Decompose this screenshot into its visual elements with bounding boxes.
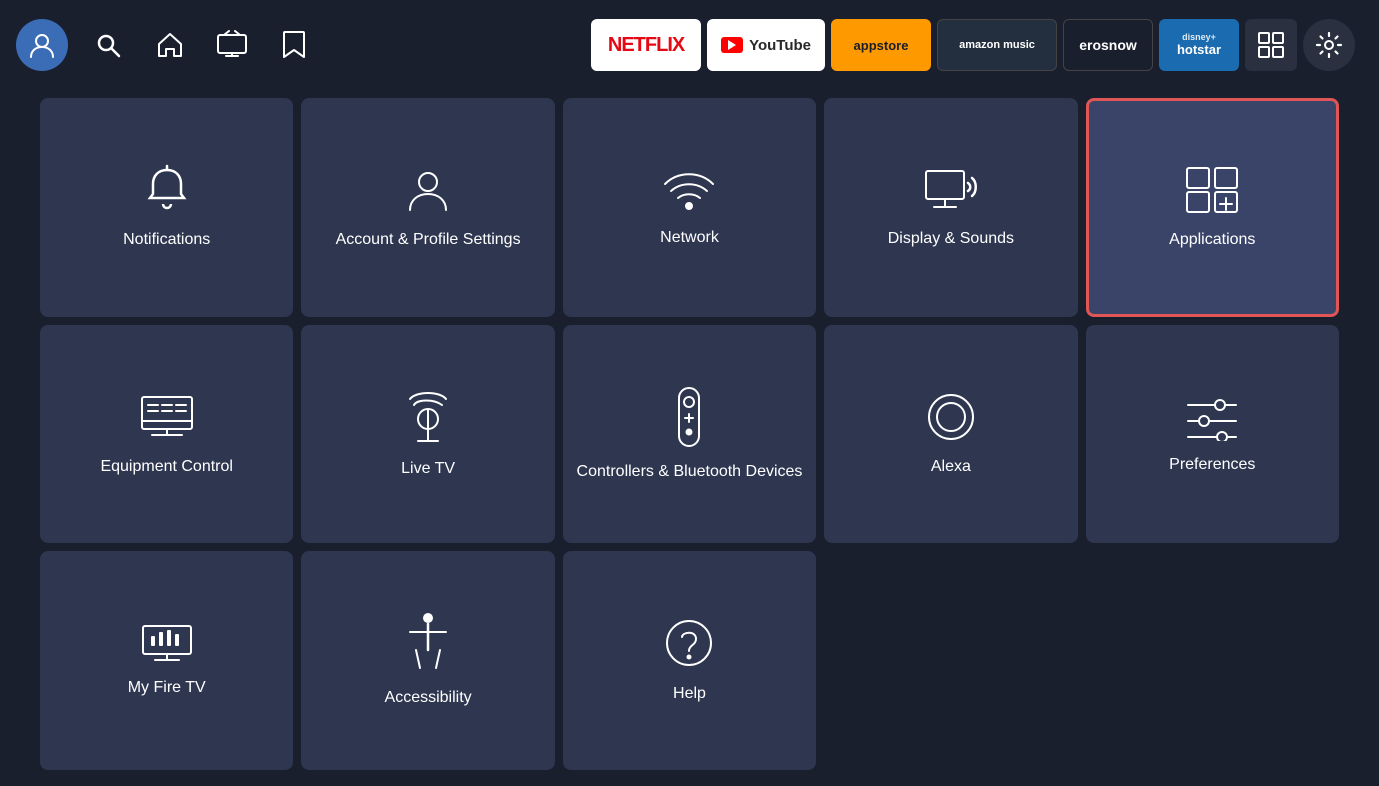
- home-icon[interactable]: [148, 23, 192, 67]
- tile-equipment-control[interactable]: Equipment Control: [40, 325, 293, 544]
- settings-button[interactable]: [1303, 19, 1355, 71]
- display-sounds-label: Display & Sounds: [888, 229, 1014, 250]
- accessibility-label: Accessibility: [385, 688, 472, 709]
- preferences-label: Preferences: [1169, 455, 1255, 476]
- wifi-icon: [661, 166, 717, 214]
- notifications-label: Notifications: [123, 230, 210, 251]
- app-shortcuts: NETFLIX YouTube appstore amazon music er…: [591, 19, 1355, 71]
- my-fire-tv-label: My Fire TV: [128, 678, 206, 699]
- grid-plus-button[interactable]: [1245, 19, 1297, 71]
- amazon-music-button[interactable]: amazon music: [937, 19, 1057, 71]
- alexa-label: Alexa: [931, 457, 971, 478]
- erosnow-button[interactable]: erosnow: [1063, 19, 1153, 71]
- netflix-label: NETFLIX: [608, 34, 684, 57]
- tile-controllers-bluetooth[interactable]: Controllers & Bluetooth Devices: [563, 325, 816, 544]
- help-icon: [662, 616, 716, 670]
- tile-alexa[interactable]: Alexa: [824, 325, 1077, 544]
- hotstar-button[interactable]: disney+ hotstar: [1159, 19, 1239, 71]
- remote-icon: [671, 386, 707, 448]
- avatar-icon[interactable]: [16, 19, 68, 71]
- tile-display-sounds[interactable]: Display & Sounds: [824, 98, 1077, 317]
- tv-icon[interactable]: [210, 23, 254, 67]
- controllers-bluetooth-label: Controllers & Bluetooth Devices: [577, 462, 803, 483]
- fire-tv-icon: [139, 622, 195, 664]
- network-label: Network: [660, 228, 719, 249]
- tile-help[interactable]: Help: [563, 551, 816, 770]
- person-icon: [402, 164, 454, 216]
- settings-grid: Notifications Account & Profile Settings…: [0, 90, 1379, 786]
- antenna-icon: [402, 389, 454, 445]
- erosnow-label: erosnow: [1079, 37, 1137, 53]
- apps-icon: [1183, 164, 1241, 216]
- bookmark-icon[interactable]: [272, 23, 316, 67]
- youtube-button[interactable]: YouTube: [707, 19, 825, 71]
- nav-icons: [16, 19, 316, 71]
- monitor-icon: [138, 391, 196, 443]
- appstore-button[interactable]: appstore: [831, 19, 931, 71]
- alexa-icon: [925, 391, 977, 443]
- youtube-label: YouTube: [749, 37, 811, 54]
- hotstar-logo: disney+ hotstar: [1177, 33, 1221, 57]
- applications-label: Applications: [1169, 230, 1255, 251]
- equipment-control-label: Equipment Control: [100, 457, 233, 478]
- tile-live-tv[interactable]: Live TV: [301, 325, 554, 544]
- live-tv-label: Live TV: [401, 459, 455, 480]
- accessibility-icon: [402, 612, 454, 674]
- help-label: Help: [673, 684, 706, 705]
- tile-preferences[interactable]: Preferences: [1086, 325, 1339, 544]
- tile-account-profile[interactable]: Account & Profile Settings: [301, 98, 554, 317]
- tile-my-fire-tv[interactable]: My Fire TV: [40, 551, 293, 770]
- monitor-sound-icon: [922, 165, 980, 215]
- appstore-label: appstore: [854, 38, 909, 53]
- amazon-music-label: amazon music: [959, 39, 1035, 51]
- netflix-button[interactable]: NETFLIX: [591, 19, 701, 71]
- tile-network[interactable]: Network: [563, 98, 816, 317]
- tile-accessibility[interactable]: Accessibility: [301, 551, 554, 770]
- bell-icon: [141, 164, 193, 216]
- youtube-play-icon: [721, 37, 743, 53]
- tile-notifications[interactable]: Notifications: [40, 98, 293, 317]
- top-bar: NETFLIX YouTube appstore amazon music er…: [0, 0, 1379, 90]
- sliders-icon: [1184, 393, 1240, 441]
- tile-applications[interactable]: Applications: [1086, 98, 1339, 317]
- account-profile-label: Account & Profile Settings: [336, 230, 521, 251]
- search-icon[interactable]: [86, 23, 130, 67]
